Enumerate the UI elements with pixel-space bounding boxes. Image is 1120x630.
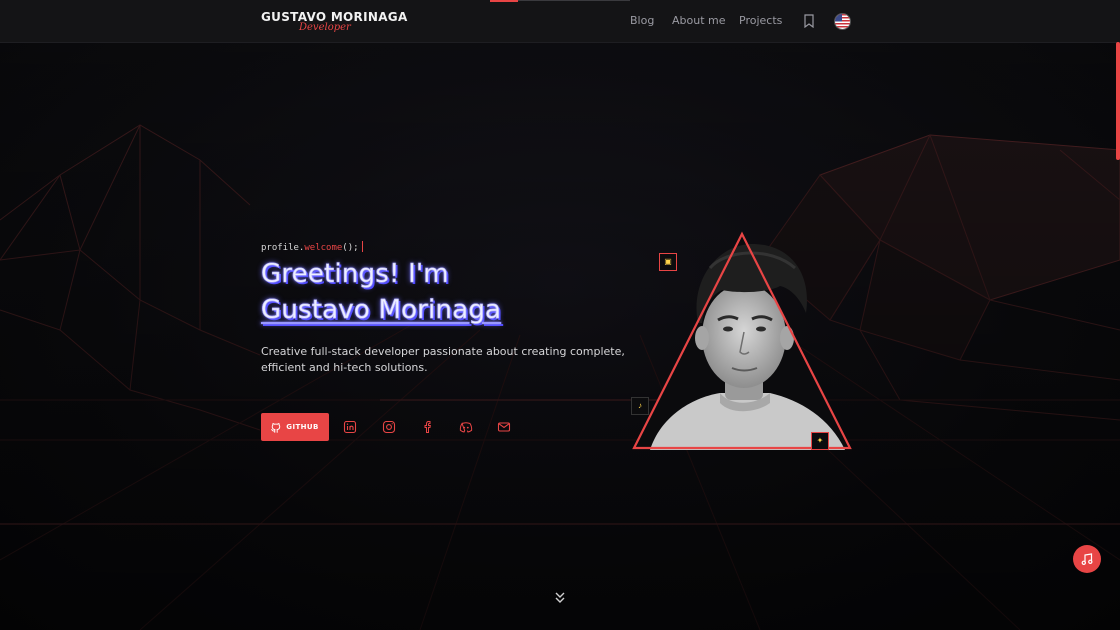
nav-link-about-me[interactable]: About me bbox=[672, 14, 726, 27]
top-header: GUSTAVO MORINAGA Developer Blog About me… bbox=[0, 0, 1120, 43]
nav-link-projects[interactable]: Projects bbox=[739, 14, 782, 27]
bell-badge-icon: ♪ bbox=[631, 397, 649, 415]
brand-role: Developer bbox=[299, 22, 351, 33]
image-badge-icon: ▣ bbox=[659, 253, 677, 271]
brand-logo[interactable]: GUSTAVO MORINAGA Developer bbox=[261, 10, 408, 33]
us-flag-icon[interactable] bbox=[834, 13, 851, 30]
code-suffix: (); bbox=[342, 243, 359, 253]
scroll-down-icon[interactable] bbox=[553, 591, 567, 605]
text-caret bbox=[361, 241, 363, 252]
code-method: welcome bbox=[304, 243, 343, 253]
music-icon bbox=[1081, 553, 1093, 565]
headline-greeting: Greetings! I'm bbox=[261, 259, 449, 290]
nav-link-blog[interactable]: Blog bbox=[630, 14, 654, 27]
facebook-icon[interactable] bbox=[421, 420, 435, 434]
background-wireframe bbox=[0, 0, 1120, 630]
linkedin-icon[interactable] bbox=[343, 420, 357, 434]
github-button[interactable]: GITHUB bbox=[261, 413, 329, 441]
code-snippet: profile.welcome(); bbox=[261, 241, 363, 253]
headline-name: Gustavo Morinaga bbox=[261, 295, 502, 326]
github-label: GITHUB bbox=[286, 423, 319, 431]
page-root: GUSTAVO MORINAGA Developer Blog About me… bbox=[0, 0, 1120, 630]
page-scrollbar[interactable] bbox=[1116, 42, 1120, 160]
sparkle-badge-icon: ✦ bbox=[811, 432, 829, 450]
github-icon bbox=[271, 422, 281, 433]
hero-bio: Creative full-stack developer passionate… bbox=[261, 345, 625, 374]
discord-icon[interactable] bbox=[459, 420, 473, 434]
header-progress-line bbox=[518, 0, 630, 1]
hero-headline: Greetings! I'm Gustavo Morinaga bbox=[261, 256, 502, 328]
instagram-icon[interactable] bbox=[382, 420, 396, 434]
code-object: profile. bbox=[261, 243, 305, 253]
email-icon[interactable] bbox=[497, 420, 511, 434]
music-toggle-button[interactable] bbox=[1073, 545, 1101, 573]
bookmark-icon[interactable] bbox=[803, 14, 815, 28]
header-accent-bar bbox=[490, 0, 518, 2]
